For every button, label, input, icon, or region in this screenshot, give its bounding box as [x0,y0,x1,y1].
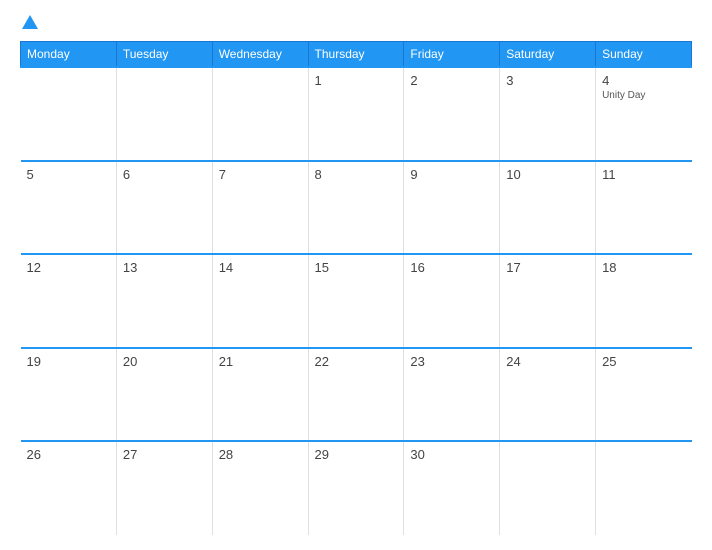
day-number: 11 [602,167,685,182]
day-cell: 25 [596,348,692,442]
weekday-header-row: MondayTuesdayWednesdayThursdayFridaySatu… [21,42,692,68]
day-number: 28 [219,447,302,462]
day-number: 19 [27,354,110,369]
day-cell [500,441,596,535]
day-cell: 20 [116,348,212,442]
header [20,15,692,29]
weekday-header-tuesday: Tuesday [116,42,212,68]
day-number: 1 [315,73,398,88]
day-cell: 24 [500,348,596,442]
week-row-1: 1234 Unity Day [21,67,692,161]
day-number: 8 [315,167,398,182]
day-cell: 5 [21,161,117,255]
day-number: 4 [602,73,685,88]
day-cell: 8 [308,161,404,255]
day-cell [116,67,212,161]
day-number: 3 [506,73,589,88]
day-number: 21 [219,354,302,369]
holiday-name: Unity Day [602,90,685,101]
day-number: 12 [27,260,110,275]
day-number: 24 [506,354,589,369]
weekday-header-sunday: Sunday [596,42,692,68]
day-cell: 28 [212,441,308,535]
day-cell: 11 [596,161,692,255]
day-number: 30 [410,447,493,462]
day-cell: 1 [308,67,404,161]
day-number: 5 [27,167,110,182]
weekday-header-thursday: Thursday [308,42,404,68]
day-cell [596,441,692,535]
calendar-table: MondayTuesdayWednesdayThursdayFridaySatu… [20,41,692,535]
weekday-header-saturday: Saturday [500,42,596,68]
day-cell: 16 [404,254,500,348]
day-number: 14 [219,260,302,275]
day-cell: 30 [404,441,500,535]
logo-triangle-icon [22,15,38,29]
day-cell: 23 [404,348,500,442]
day-cell: 9 [404,161,500,255]
day-cell: 22 [308,348,404,442]
day-number: 23 [410,354,493,369]
day-number: 26 [27,447,110,462]
week-row-2: 56789 10 11 [21,161,692,255]
day-number: 20 [123,354,206,369]
day-cell: 10 [500,161,596,255]
day-number: 27 [123,447,206,462]
week-row-4: 19 20 21 22 23 24 25 [21,348,692,442]
day-cell: 13 [116,254,212,348]
weekday-header-friday: Friday [404,42,500,68]
day-cell: 2 [404,67,500,161]
day-cell: 4 Unity Day [596,67,692,161]
week-row-5: 26 27 28 29 30 [21,441,692,535]
calendar-container: MondayTuesdayWednesdayThursdayFridaySatu… [0,0,712,550]
day-cell: 7 [212,161,308,255]
day-number: 16 [410,260,493,275]
logo [20,15,40,29]
day-cell: 14 [212,254,308,348]
day-number: 18 [602,260,685,275]
day-number: 10 [506,167,589,182]
day-cell [21,67,117,161]
day-number: 6 [123,167,206,182]
day-number: 22 [315,354,398,369]
day-cell: 18 [596,254,692,348]
day-number: 9 [410,167,493,182]
day-number: 15 [315,260,398,275]
day-cell: 15 [308,254,404,348]
day-cell [212,67,308,161]
day-cell: 6 [116,161,212,255]
day-number: 13 [123,260,206,275]
day-number: 17 [506,260,589,275]
weekday-header-wednesday: Wednesday [212,42,308,68]
day-cell: 21 [212,348,308,442]
week-row-3: 12 13 14 15 16 17 18 [21,254,692,348]
day-cell: 17 [500,254,596,348]
day-number: 29 [315,447,398,462]
day-cell: 27 [116,441,212,535]
day-cell: 19 [21,348,117,442]
day-cell: 29 [308,441,404,535]
day-number: 2 [410,73,493,88]
day-cell: 3 [500,67,596,161]
day-cell: 12 [21,254,117,348]
day-number: 25 [602,354,685,369]
weekday-header-monday: Monday [21,42,117,68]
day-number: 7 [219,167,302,182]
day-cell: 26 [21,441,117,535]
